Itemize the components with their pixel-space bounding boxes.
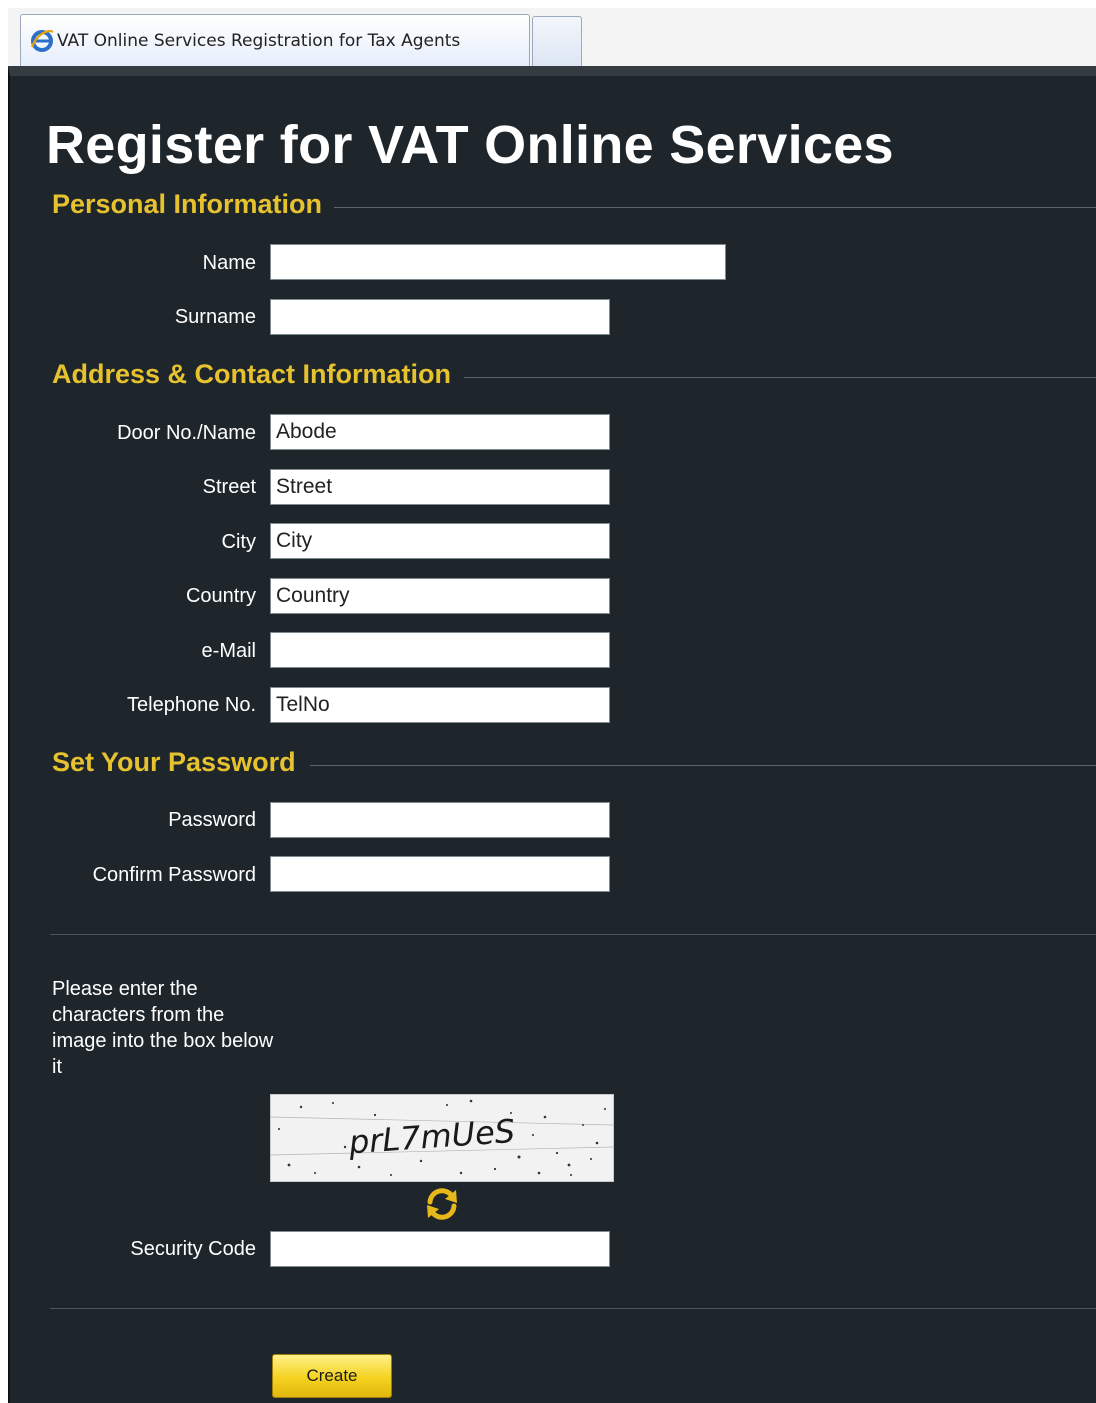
password-input[interactable] <box>270 802 610 838</box>
refresh-icon[interactable] <box>422 1184 462 1224</box>
email-label: e-Mail <box>201 640 256 662</box>
name-label: Name <box>202 252 256 274</box>
security-code-input[interactable] <box>270 1231 610 1267</box>
street-label: Street <box>202 476 256 498</box>
page-title: Register for VAT Online Services <box>46 115 894 175</box>
captcha-instructions: Please enter the characters from the ima… <box>52 978 274 1078</box>
name-input[interactable] <box>270 244 726 280</box>
surname-input[interactable] <box>270 299 610 335</box>
browser-tab-title: VAT Online Services Registration for Tax… <box>57 31 461 51</box>
city-label: City <box>221 531 256 553</box>
section-rule <box>334 207 1096 208</box>
security-code-label: Security Code <box>130 1238 256 1260</box>
section-title-password: Set Your Password <box>52 747 296 777</box>
email-input[interactable] <box>270 632 610 668</box>
captcha-image: prL7mUeS <box>270 1094 614 1182</box>
city-input[interactable] <box>270 523 610 559</box>
divider <box>50 1308 1096 1309</box>
telephone-input[interactable] <box>270 687 610 723</box>
confirm-password-label: Confirm Password <box>92 864 256 886</box>
browser-tab-strip: VAT Online Services Registration for Tax… <box>8 8 1096 67</box>
section-title-address: Address & Contact Information <box>52 359 452 389</box>
browser-tab[interactable]: VAT Online Services Registration for Tax… <box>20 14 530 66</box>
password-label: Password <box>168 809 256 831</box>
page-content: Register for VAT Online Services Persona… <box>8 66 1096 1403</box>
create-button[interactable]: Create <box>272 1354 392 1398</box>
new-tab-button[interactable] <box>532 16 582 66</box>
door-label: Door No./Name <box>117 422 256 444</box>
country-label: Country <box>185 585 256 607</box>
surname-label: Surname <box>174 306 256 328</box>
internet-explorer-icon <box>30 30 54 52</box>
door-input[interactable] <box>270 414 610 450</box>
confirm-password-input[interactable] <box>270 856 610 892</box>
section-rule <box>464 377 1096 378</box>
telephone-label: Telephone No. <box>127 694 256 716</box>
section-title-personal: Personal Information <box>52 189 323 219</box>
divider <box>50 934 1096 935</box>
country-input[interactable] <box>270 578 610 614</box>
section-rule <box>310 765 1096 766</box>
street-input[interactable] <box>270 469 610 505</box>
